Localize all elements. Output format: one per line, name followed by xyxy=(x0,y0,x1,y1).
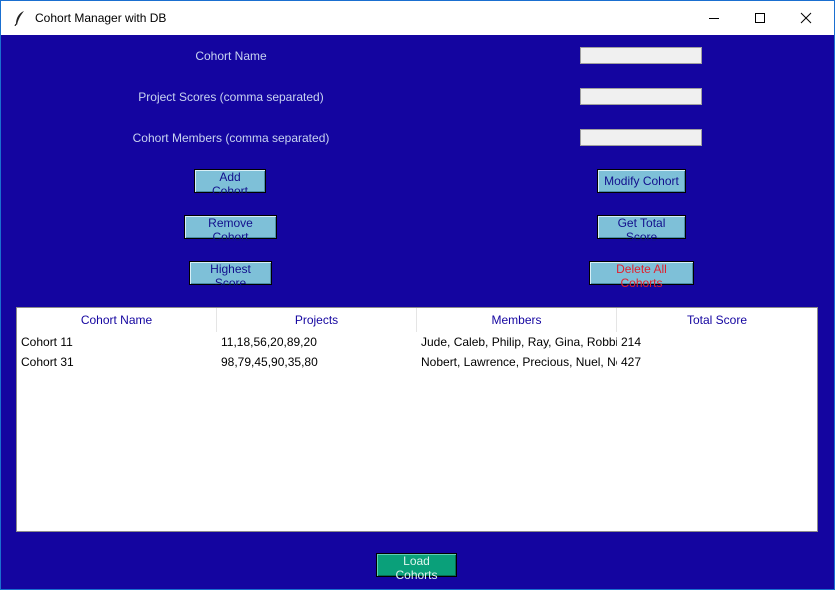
cell-members: Jude, Caleb, Philip, Ray, Gina, Robbins xyxy=(421,335,617,349)
get-total-score-button[interactable]: Get Total Score xyxy=(597,215,686,244)
feather-icon xyxy=(14,11,24,26)
cell-projects: 98,79,45,90,35,80 xyxy=(221,355,318,369)
cell-cohort-name: Cohort 11 xyxy=(21,335,73,349)
cell-cohort-name: Cohort 31 xyxy=(21,355,74,369)
delete-all-cohorts-button[interactable]: Delete All Cohorts xyxy=(589,261,694,290)
column-header[interactable]: Members xyxy=(417,308,617,332)
cell-total-score: 214 xyxy=(621,335,642,349)
title-bar[interactable]: Cohort Manager with DB xyxy=(1,1,834,35)
modify-cohort-button[interactable]: Modify Cohort xyxy=(597,169,686,193)
table-header: Cohort Name Projects Members Total Score xyxy=(17,308,817,332)
window-title: Cohort Manager with DB xyxy=(35,11,167,25)
column-header[interactable]: Total Score xyxy=(617,308,817,332)
column-header[interactable]: Cohort Name xyxy=(17,308,217,332)
cohort-name-label: Cohort Name xyxy=(195,49,267,63)
add-cohort-button[interactable]: Add Cohort xyxy=(194,169,266,198)
cell-projects: 11,18,56,20,89,20 xyxy=(221,335,317,349)
load-cohorts-button[interactable]: Load Cohorts xyxy=(376,553,457,582)
cohort-members-input[interactable] xyxy=(580,129,702,146)
minimize-button[interactable] xyxy=(691,1,737,35)
project-scores-input[interactable] xyxy=(580,88,702,105)
table-row[interactable]: Cohort 11 11,18,56,20,89,20 Jude, Caleb,… xyxy=(17,332,817,352)
app-window: Cohort Manager with DB Cohort Name Proje… xyxy=(0,0,835,590)
highest-score-button[interactable]: Highest Score xyxy=(189,261,272,290)
main-content: Cohort Name Project Scores (comma separa… xyxy=(1,35,834,589)
minimize-icon xyxy=(709,18,719,19)
cell-total-score: 427 xyxy=(621,355,642,369)
cell-members: Nobert, Lawrence, Precious, Nuel, Ne xyxy=(421,355,617,369)
column-header[interactable]: Projects xyxy=(217,308,417,332)
maximize-icon xyxy=(755,13,765,23)
cohort-members-label: Cohort Members (comma separated) xyxy=(132,131,330,145)
maximize-button[interactable] xyxy=(737,1,783,35)
close-button[interactable] xyxy=(783,1,829,35)
cohort-name-input[interactable] xyxy=(580,47,702,64)
table-row[interactable]: Cohort 31 98,79,45,90,35,80 Nobert, Lawr… xyxy=(17,352,817,372)
cohort-table[interactable]: Cohort Name Projects Members Total Score… xyxy=(16,307,818,532)
close-icon xyxy=(800,12,812,24)
remove-cohort-button[interactable]: Remove Cohort xyxy=(184,215,277,244)
project-scores-label: Project Scores (comma separated) xyxy=(138,90,324,104)
